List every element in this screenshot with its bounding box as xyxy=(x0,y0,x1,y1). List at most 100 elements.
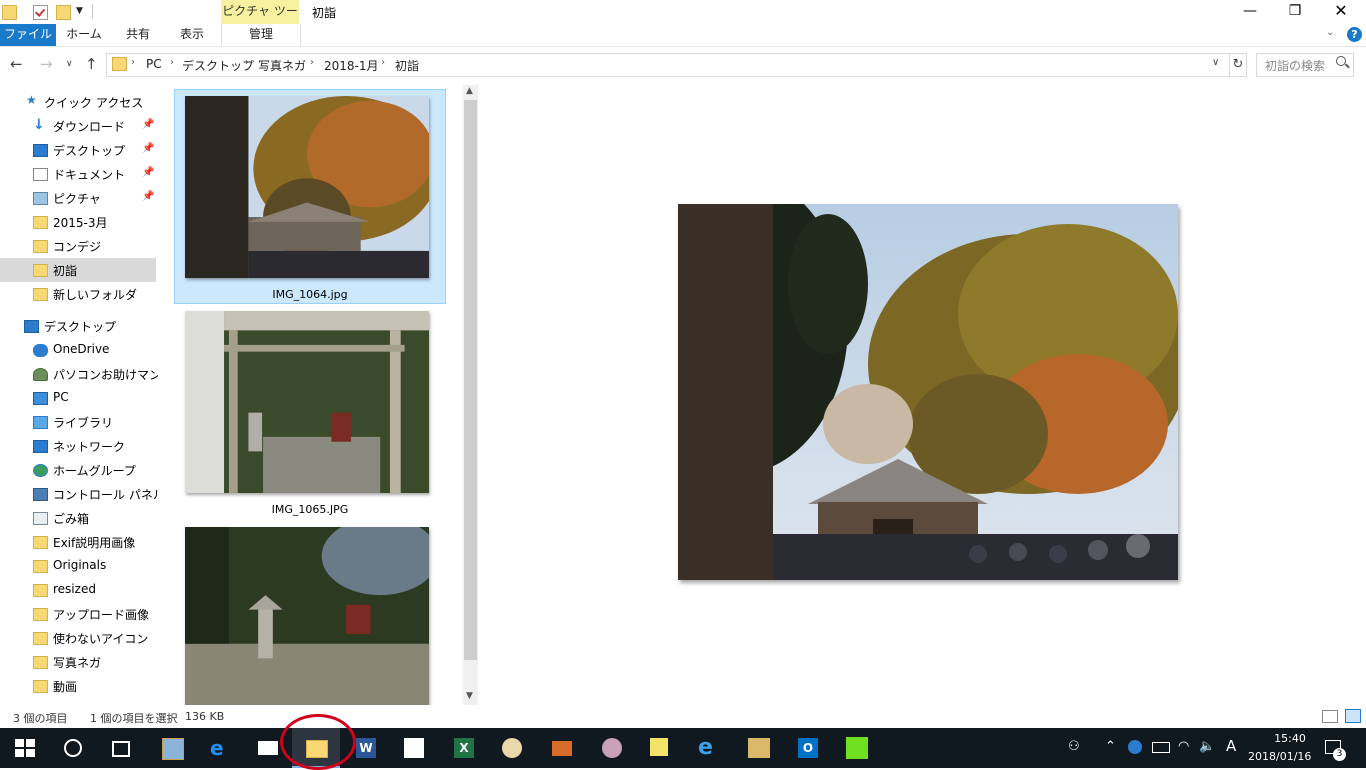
chevron-right-icon[interactable]: › xyxy=(245,57,249,68)
tab-view[interactable]: 表示 xyxy=(166,24,218,46)
file-thumbnail[interactable] xyxy=(185,311,429,493)
maximize-button[interactable]: ❐ xyxy=(1272,0,1318,24)
pin-icon[interactable]: 📌 xyxy=(142,119,154,130)
minimize-button[interactable]: — xyxy=(1227,0,1273,24)
nav-item-pictures[interactable]: ピクチャ 📌 xyxy=(0,186,156,210)
nav-item-onedrive[interactable]: OneDrive xyxy=(0,338,156,362)
battery-icon[interactable] xyxy=(1152,742,1170,753)
scrollbar-thumb[interactable] xyxy=(464,100,477,660)
ime-indicator[interactable]: A xyxy=(1226,737,1236,755)
chevron-right-icon[interactable]: › xyxy=(170,57,174,68)
recent-locations-icon[interactable]: ∨ xyxy=(66,59,73,69)
back-arrow-icon[interactable]: ← xyxy=(10,55,23,73)
new-folder-icon[interactable] xyxy=(56,5,71,20)
customize-qat-icon[interactable]: ▼ xyxy=(76,6,83,16)
search-icon[interactable] xyxy=(1336,56,1346,66)
start-button[interactable] xyxy=(0,728,48,768)
tab-share[interactable]: 共有 xyxy=(112,24,164,46)
taskbar-toolbox[interactable] xyxy=(538,728,586,768)
chevron-down-icon[interactable]: ⌄ xyxy=(1326,27,1334,38)
nav-item-network[interactable]: ネットワーク xyxy=(0,434,156,458)
taskbar-green-app[interactable] xyxy=(832,728,880,768)
chevron-right-icon[interactable]: › xyxy=(131,57,135,68)
excel-icon: X xyxy=(454,738,474,758)
taskbar-edge[interactable]: e xyxy=(196,728,244,768)
chevron-up-icon[interactable]: ⌃ xyxy=(1105,739,1116,754)
pin-icon[interactable]: 📌 xyxy=(142,167,154,178)
large-icons-view-icon[interactable] xyxy=(1345,709,1361,723)
folder-icon[interactable] xyxy=(2,5,17,20)
nav-item-exif-images[interactable]: Exif説明用画像 xyxy=(0,530,156,554)
help-icon[interactable]: ? xyxy=(1347,27,1362,42)
taskbar-paint[interactable] xyxy=(488,728,536,768)
nav-label: OneDrive xyxy=(53,342,110,356)
nav-item-upload-images[interactable]: アップロード画像 xyxy=(0,602,156,626)
nav-label: 初詣 xyxy=(53,264,78,278)
pin-icon[interactable]: 📌 xyxy=(142,191,154,202)
nav-item-new-folder[interactable]: 新しいフォルダ xyxy=(0,282,156,306)
volume-icon[interactable]: 🔈 xyxy=(1199,739,1215,754)
nav-desktop-root[interactable]: デスクトップ xyxy=(0,314,156,338)
file-thumbnail[interactable] xyxy=(185,527,429,705)
nav-label: ホームグループ xyxy=(53,464,136,478)
nav-item-originals[interactable]: Originals xyxy=(0,554,156,578)
taskbar-sticky-notes[interactable] xyxy=(636,728,684,768)
close-button[interactable]: ✕ xyxy=(1318,0,1364,24)
nav-item-videos[interactable]: 動画 xyxy=(0,674,156,698)
pin-icon[interactable]: 📌 xyxy=(142,143,154,154)
chevron-down-icon[interactable]: ∨ xyxy=(1212,57,1219,68)
scroll-down-icon[interactable]: ▼ xyxy=(466,691,473,701)
taskbar-outlook[interactable]: O xyxy=(784,728,832,768)
breadcrumb-2018-jan[interactable]: 2018-1月 xyxy=(324,57,379,74)
scroll-up-icon[interactable]: ▲ xyxy=(466,86,473,96)
cortana-button[interactable] xyxy=(48,728,96,768)
breadcrumb-photo-nega[interactable]: 写真ネガ xyxy=(258,57,306,74)
word-icon: W xyxy=(356,738,376,758)
people-icon[interactable]: ⚇ xyxy=(1068,739,1080,754)
tab-home[interactable]: ホーム xyxy=(58,24,110,46)
nav-item-desktop[interactable]: デスクトップ 📌 xyxy=(0,138,156,162)
breadcrumb-hatsumode[interactable]: 初詣 xyxy=(395,57,419,74)
chevron-right-icon[interactable]: › xyxy=(381,57,385,68)
forward-arrow-icon[interactable]: → xyxy=(40,55,53,73)
up-arrow-icon[interactable]: ↑ xyxy=(85,55,98,73)
nav-item-library[interactable]: ライブラリ xyxy=(0,410,156,434)
tab-manage[interactable]: 管理 xyxy=(221,24,301,46)
details-view-icon[interactable] xyxy=(1322,710,1338,723)
nav-item-user[interactable]: パソコンお助けマン xyxy=(0,362,161,386)
refresh-icon[interactable]: ↻ xyxy=(1229,53,1247,77)
taskbar-paint-palette[interactable] xyxy=(588,728,636,768)
breadcrumb-pc[interactable]: PC xyxy=(146,57,162,71)
breadcrumb-desktop[interactable]: デスクトップ xyxy=(182,57,254,74)
tab-file[interactable]: ファイル xyxy=(0,24,56,46)
nav-item-recycle-bin[interactable]: ごみ箱 xyxy=(0,506,156,530)
nav-item-pc[interactable]: PC xyxy=(0,386,156,410)
nav-item-compact-camera[interactable]: コンデジ xyxy=(0,234,156,258)
file-thumbnail[interactable] xyxy=(185,96,429,278)
taskbar-photo-viewer[interactable] xyxy=(148,728,196,768)
paint-icon xyxy=(502,738,522,758)
folder-icon xyxy=(33,656,48,669)
nav-item-downloads[interactable]: ↓ ダウンロード 📌 xyxy=(0,114,156,138)
task-view-button[interactable] xyxy=(96,728,144,768)
nav-item-resized[interactable]: resized xyxy=(0,578,156,602)
clock-date[interactable]: 2018/01/16 xyxy=(1248,750,1311,763)
nav-item-homegroup[interactable]: ホームグループ xyxy=(0,458,156,482)
taskbar-internet-explorer[interactable]: e xyxy=(684,728,732,768)
onedrive-tray-icon[interactable] xyxy=(1128,740,1142,754)
nav-item-2015-march[interactable]: 2015-3月 xyxy=(0,210,156,234)
nav-item-documents[interactable]: ドキュメント 📌 xyxy=(0,162,156,186)
clock-time[interactable]: 15:40 xyxy=(1265,732,1315,745)
nav-item-hatsumode[interactable]: 初詣 xyxy=(0,258,156,282)
nav-item-control-panel[interactable]: コントロール パネル xyxy=(0,482,165,506)
taskbar-store[interactable] xyxy=(390,728,438,768)
nav-quick-access[interactable]: ★ クイック アクセス xyxy=(0,90,156,114)
properties-icon[interactable] xyxy=(33,5,48,20)
folder-icon xyxy=(33,264,48,277)
taskbar-notepad[interactable] xyxy=(734,728,782,768)
taskbar-excel[interactable]: X xyxy=(440,728,488,768)
wifi-icon[interactable]: ◠ xyxy=(1178,739,1189,754)
chevron-right-icon[interactable]: › xyxy=(310,57,314,68)
nav-item-unused-icons[interactable]: 使わないアイコン xyxy=(0,626,156,650)
nav-item-photo-nega[interactable]: 写真ネガ xyxy=(0,650,156,674)
